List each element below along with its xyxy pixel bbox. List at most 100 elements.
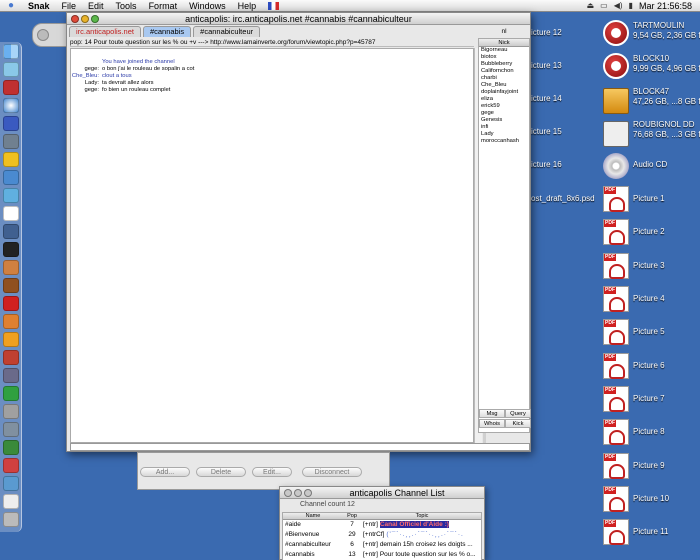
finder-icon[interactable]: [3, 44, 19, 59]
desktop-file-label[interactable]: icture 13: [531, 61, 562, 70]
app-icon[interactable]: [3, 296, 19, 311]
pdf-file-picture-1[interactable]: PDF Picture 1: [603, 186, 700, 216]
pdf-file-picture-7[interactable]: PDF Picture 7: [603, 386, 700, 416]
table-row[interactable]: #cannabiculteur 6 [+ntr] demain 15h croi…: [283, 540, 481, 550]
nick-item[interactable]: Bubbleberry: [479, 61, 529, 68]
tab-cannabiculteur[interactable]: #cannabiculteur: [193, 26, 261, 37]
kick-button[interactable]: Kick: [505, 419, 531, 428]
query-button[interactable]: Query: [505, 409, 531, 418]
menu-file[interactable]: File: [56, 1, 83, 11]
dvd-player-icon[interactable]: [3, 242, 19, 257]
app-icon[interactable]: [3, 170, 19, 185]
chat-log[interactable]: You have joined the channel gege: o bon j…: [70, 48, 474, 443]
nick-item[interactable]: doplainfayjoint: [479, 89, 529, 96]
close-window-button[interactable]: [284, 489, 292, 497]
nick-item[interactable]: infi: [479, 124, 529, 131]
desktop-file-label[interactable]: icture 12: [531, 28, 562, 37]
menu-tools[interactable]: Tools: [110, 1, 143, 11]
menu-help[interactable]: Help: [232, 1, 263, 11]
nick-item[interactable]: Che_Bleu: [479, 82, 529, 89]
menu-windows[interactable]: Windows: [183, 1, 232, 11]
app-icon[interactable]: [3, 224, 19, 239]
close-window-button[interactable]: [71, 15, 79, 23]
nick-item[interactable]: Californchon: [479, 68, 529, 75]
table-row[interactable]: #Bienvenue 29 [+ntrCf] ('¯`·.¸¸.·´¯`·.¸¸…: [283, 530, 481, 540]
app-icon[interactable]: [3, 80, 19, 95]
nick-list[interactable]: Bigorneau biotox Bubbleberry Californcho…: [479, 47, 529, 145]
minimize-window-button[interactable]: [81, 15, 89, 23]
app-icon[interactable]: [3, 494, 19, 509]
volume-audio-cd[interactable]: Audio CD: [603, 153, 700, 183]
nick-item[interactable]: moroccanhash: [479, 138, 529, 145]
disconnect-button[interactable]: Disconnect: [302, 467, 362, 477]
delete-button[interactable]: Delete: [196, 467, 246, 477]
desktop-file-label[interactable]: icture 15: [531, 127, 562, 136]
apple-menu-icon[interactable]: ●: [0, 0, 22, 11]
app-icon[interactable]: [3, 440, 19, 455]
irc-window-titlebar[interactable]: anticapolis: irc.anticapolis.net #cannab…: [67, 13, 530, 25]
pdf-file-picture-6[interactable]: PDF Picture 6: [603, 353, 700, 383]
volume-block10[interactable]: BLOCK109,99 GB, 4,96 GB free: [603, 53, 700, 83]
menu-clock[interactable]: Mar 21:56:58: [639, 1, 692, 11]
volume-icon[interactable]: ◀): [614, 1, 623, 10]
nick-column-header[interactable]: Nick: [479, 39, 529, 47]
app-icon[interactable]: [3, 134, 19, 149]
tab-cannabis[interactable]: #cannabis: [142, 26, 192, 37]
edit-button[interactable]: Edit...: [252, 467, 292, 477]
app-icon[interactable]: [3, 350, 19, 365]
volume-tartmoulin[interactable]: TARTMOULIN9,54 GB, 2,36 GB free: [603, 20, 700, 50]
pdf-file-picture-5[interactable]: PDF Picture 5: [603, 319, 700, 349]
nick-item[interactable]: eliza: [479, 96, 529, 103]
desktop-file-label[interactable]: icture 16: [531, 160, 562, 169]
volume-block47[interactable]: BLOCK4747,26 GB, ...8 GB free: [603, 86, 700, 116]
menu-edit[interactable]: Edit: [82, 1, 110, 11]
nick-item[interactable]: erick59: [479, 103, 529, 110]
safari-icon[interactable]: [3, 98, 19, 113]
app-icon[interactable]: [3, 116, 19, 131]
msg-button[interactable]: Msg: [479, 409, 505, 418]
pdf-file-picture-8[interactable]: PDF Picture 8: [603, 419, 700, 449]
app-icon[interactable]: [3, 458, 19, 473]
tab-server[interactable]: irc.anticapolis.net: [69, 26, 141, 37]
whois-button[interactable]: Whois: [479, 419, 505, 428]
eject-icon[interactable]: ⏏: [587, 1, 595, 10]
pdf-file-picture-9[interactable]: PDF Picture 9: [603, 453, 700, 483]
pdf-file-picture-3[interactable]: PDF Picture 3: [603, 253, 700, 283]
nick-item[interactable]: charbi: [479, 75, 529, 82]
column-header-name[interactable]: Name: [283, 513, 341, 519]
pdf-file-picture-10[interactable]: PDF Picture 10: [603, 486, 700, 516]
trash-icon[interactable]: [3, 512, 19, 527]
app-icon[interactable]: [3, 404, 19, 419]
app-icon[interactable]: [3, 188, 19, 203]
back-icon[interactable]: [37, 29, 49, 41]
app-icon[interactable]: [3, 476, 19, 491]
nick-item[interactable]: Lady: [479, 131, 529, 138]
nick-item[interactable]: biotox: [479, 54, 529, 61]
volume-roubignol-dd[interactable]: ROUBIGNOL DD76,68 GB, ...3 GB free: [603, 119, 700, 149]
table-row[interactable]: #cannabis 13 [+ntr] Pour toute question …: [283, 550, 481, 560]
pdf-file-picture-4[interactable]: PDF Picture 4: [603, 286, 700, 316]
nick-item[interactable]: Genesis: [479, 117, 529, 124]
desktop-file-label[interactable]: icture 14: [531, 94, 562, 103]
app-icon[interactable]: [3, 260, 19, 275]
app-icon[interactable]: [3, 278, 19, 293]
column-header-pop[interactable]: Pop: [341, 513, 363, 519]
channel-table[interactable]: Name Pop Topic #aide 7 [+ntr] Canal Offi…: [282, 512, 482, 560]
mail-icon[interactable]: [3, 62, 19, 77]
ical-icon[interactable]: [3, 206, 19, 221]
app-icon[interactable]: [3, 314, 19, 329]
minimize-window-button[interactable]: [294, 489, 302, 497]
message-input[interactable]: [70, 443, 530, 451]
channel-list-titlebar[interactable]: anticapolis Channel List: [280, 487, 484, 499]
app-icon[interactable]: [3, 386, 19, 401]
table-row[interactable]: #aide 7 [+ntr] Canal Officiel d'Aide :): [283, 520, 481, 530]
column-header-topic[interactable]: Topic: [363, 513, 481, 519]
display-icon[interactable]: ▭: [600, 1, 608, 10]
app-icon[interactable]: [3, 422, 19, 437]
input-language-flag-icon[interactable]: [268, 1, 280, 10]
pdf-file-picture-11[interactable]: PDF Picture 11: [603, 519, 700, 549]
desktop-file-label[interactable]: ost_draft_8x6.psd: [531, 194, 595, 203]
menu-format[interactable]: Format: [143, 1, 184, 11]
app-icon[interactable]: [3, 368, 19, 383]
zoom-window-button[interactable]: [304, 489, 312, 497]
